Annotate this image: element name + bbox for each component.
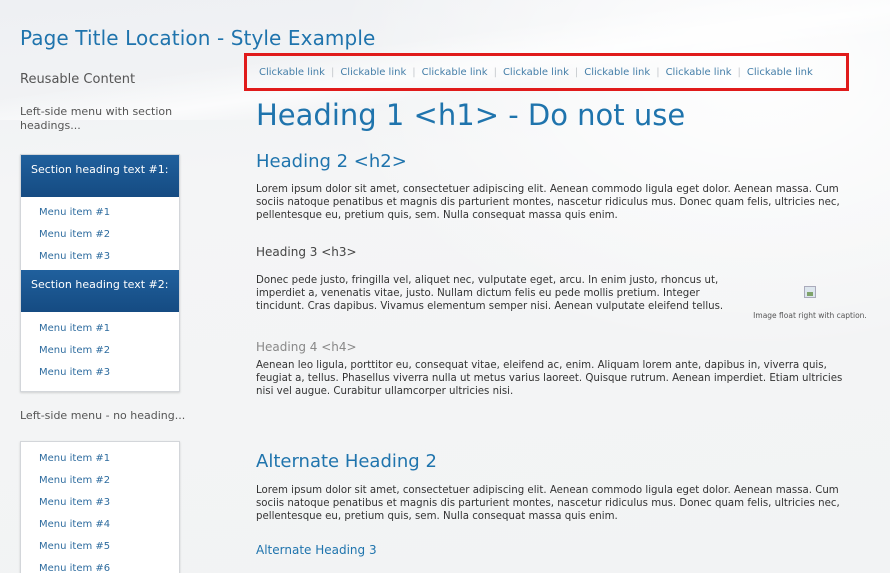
menu-item[interactable]: Menu item #2: [21, 224, 179, 246]
section-heading-1: Section heading text #1:: [21, 155, 179, 197]
top-link-4[interactable]: Clickable link: [503, 67, 569, 78]
heading-1: Heading 1 <h1> - Do not use: [256, 98, 686, 132]
menu-item[interactable]: Menu item #2: [21, 470, 179, 492]
top-link-5[interactable]: Clickable link: [584, 67, 650, 78]
top-link-6[interactable]: Clickable link: [666, 67, 732, 78]
menu-item[interactable]: Menu item #1: [21, 448, 179, 470]
paragraph-2: Donec pede justo, fringilla vel, aliquet…: [256, 275, 724, 312]
menu-item[interactable]: Menu item #3: [21, 246, 179, 268]
menu-item[interactable]: Menu item #6: [21, 558, 179, 573]
menu-item[interactable]: Menu item #5: [21, 536, 179, 558]
heading-4: Heading 4 <h4>: [256, 340, 357, 354]
heading-3: Heading 3 <h3>: [256, 245, 357, 259]
menu-item[interactable]: Menu item #1: [21, 318, 179, 340]
paragraph-4: Lorem ipsum dolor sit amet, consectetuer…: [256, 485, 840, 522]
reusable-content-label: Reusable Content: [20, 72, 136, 87]
alternate-heading-3: Alternate Heading 3: [256, 543, 377, 557]
menu-item[interactable]: Menu item #3: [21, 362, 179, 384]
top-link-7[interactable]: Clickable link: [747, 67, 813, 78]
menu-with-headings-note: Left-side menu with section headings...: [20, 105, 173, 132]
top-link-bar: Clickable link | Clickable link | Clicka…: [244, 53, 849, 91]
no-heading-menu-note: Left-side menu - no heading...: [20, 409, 186, 422]
broken-image-icon: [804, 286, 816, 298]
menu-item[interactable]: Menu item #3: [21, 492, 179, 514]
link-separator: |: [656, 66, 660, 78]
image-caption: Image float right with caption.: [753, 311, 867, 320]
plain-menu: Menu item #1 Menu item #2 Menu item #3 M…: [20, 441, 180, 573]
menu-item[interactable]: Menu item #2: [21, 340, 179, 362]
link-separator: |: [493, 66, 497, 78]
heading-2: Heading 2 <h2>: [256, 151, 407, 172]
menu-item[interactable]: Menu item #4: [21, 514, 179, 536]
link-separator: |: [412, 66, 416, 78]
page-title: Page Title Location - Style Example: [20, 26, 376, 50]
floating-image: Image float right with caption.: [740, 283, 880, 320]
alternate-heading-2: Alternate Heading 2: [256, 451, 437, 472]
top-link-1[interactable]: Clickable link: [259, 67, 325, 78]
paragraph-3: Aenean leo ligula, porttitor eu, consequ…: [256, 360, 843, 397]
top-link-3[interactable]: Clickable link: [422, 67, 488, 78]
link-separator: |: [330, 66, 335, 78]
link-separator: |: [737, 66, 741, 78]
menu-item[interactable]: Menu item #1: [21, 202, 179, 224]
top-link-2[interactable]: Clickable link: [340, 67, 406, 78]
section-heading-2: Section heading text #2:: [21, 270, 179, 312]
section-menu: Section heading text #1: Menu item #1 Me…: [20, 154, 180, 392]
paragraph-1: Lorem ipsum dolor sit amet, consectetuer…: [256, 184, 840, 221]
link-separator: |: [574, 66, 579, 78]
